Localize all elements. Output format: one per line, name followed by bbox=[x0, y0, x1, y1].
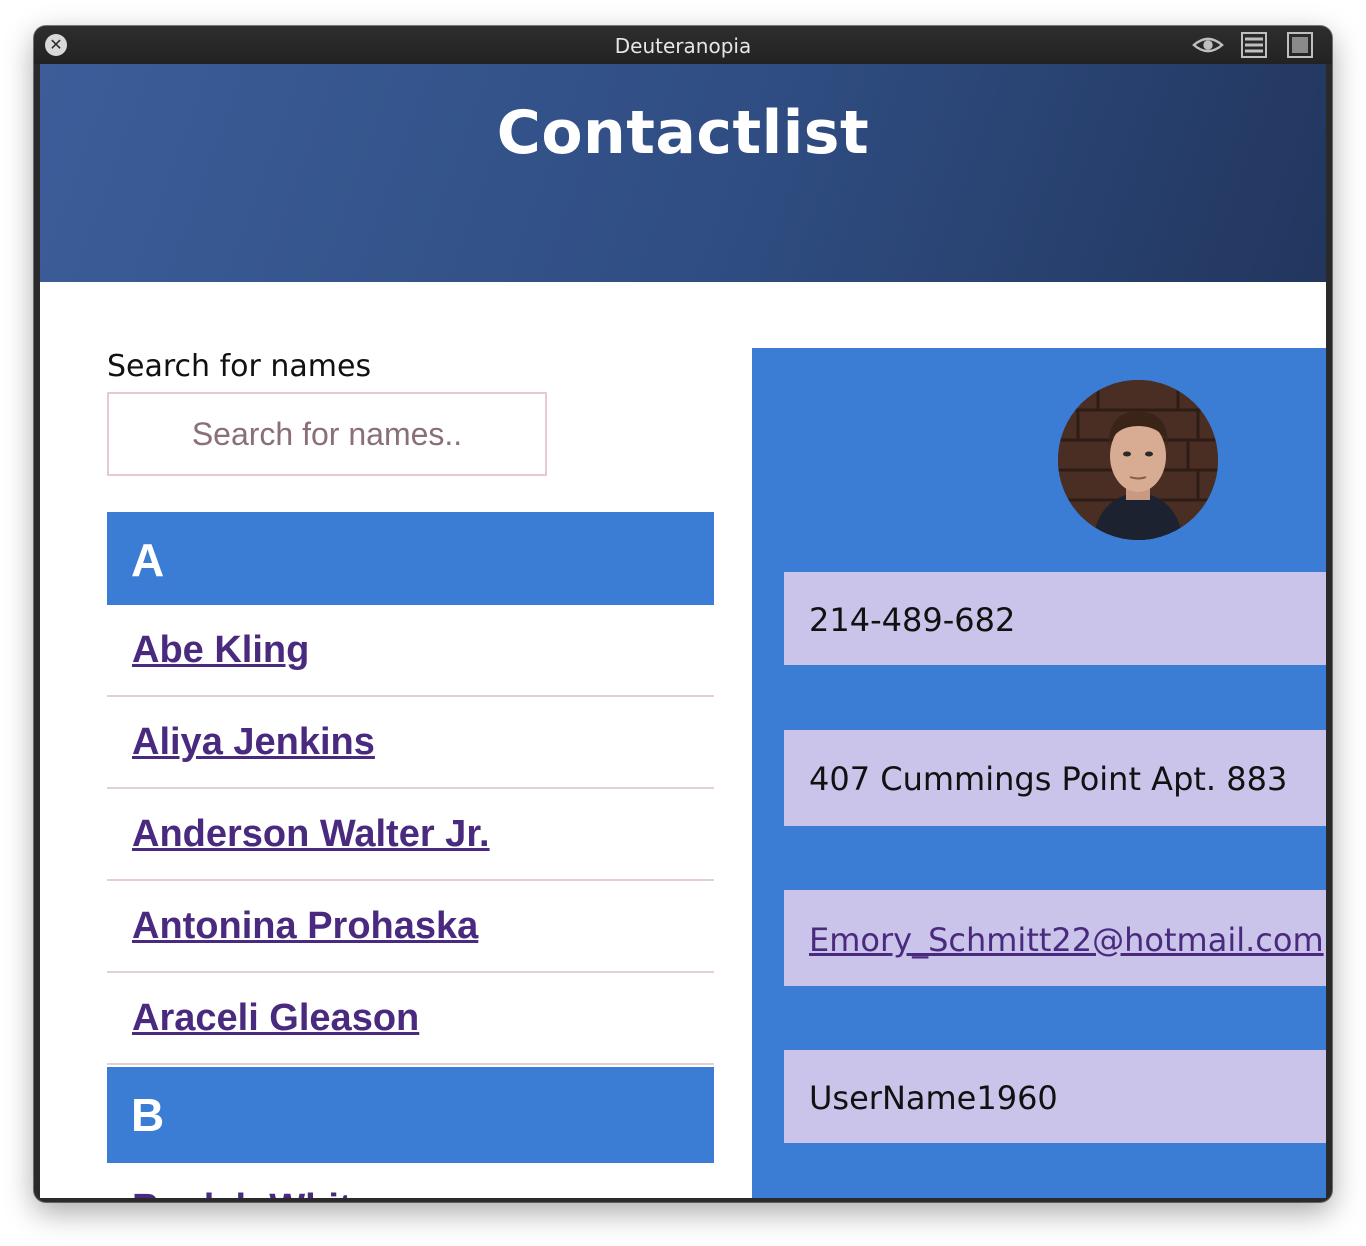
list-view-icon[interactable] bbox=[1238, 32, 1270, 58]
search-input[interactable] bbox=[107, 392, 547, 476]
avatar bbox=[1058, 380, 1218, 540]
app-window: ✕ Deuteranopia Contactlist Search for na… bbox=[34, 26, 1332, 1202]
search-label: Search for names bbox=[107, 349, 372, 384]
phone-field: 214-489-682 bbox=[784, 572, 1326, 665]
square-view-icon[interactable] bbox=[1284, 32, 1316, 58]
eye-icon[interactable] bbox=[1192, 32, 1224, 58]
contact-link[interactable]: Antonina Prohaska bbox=[132, 905, 478, 947]
window-title: Deuteranopia bbox=[614, 34, 752, 58]
page-title: Contactlist bbox=[496, 98, 870, 168]
contact-item[interactable]: Araceli Gleason bbox=[107, 973, 714, 1065]
address-field: 407 Cummings Point Apt. 883 bbox=[784, 730, 1326, 826]
contact-detail-panel: 214-489-682 407 Cummings Point Apt. 883 … bbox=[752, 348, 1326, 1198]
header-banner: Contactlist bbox=[40, 64, 1326, 282]
contact-link[interactable]: Araceli Gleason bbox=[132, 997, 419, 1039]
title-bar: ✕ Deuteranopia bbox=[34, 26, 1332, 64]
email-field: Emory_Schmitt22@hotmail.com bbox=[784, 890, 1326, 986]
letter-header-a: A bbox=[107, 512, 714, 605]
contact-item[interactable]: Abe Kling bbox=[107, 605, 714, 697]
contact-link[interactable]: Aliya Jenkins bbox=[132, 721, 375, 763]
contact-item[interactable]: Anderson Walter Jr. bbox=[107, 789, 714, 881]
contact-link[interactable]: Anderson Walter Jr. bbox=[132, 813, 490, 855]
contact-item[interactable]: Antonina Prohaska bbox=[107, 881, 714, 973]
username-field: UserName1960 bbox=[784, 1050, 1326, 1143]
email-link[interactable]: Emory_Schmitt22@hotmail.com bbox=[809, 921, 1324, 959]
contact-link[interactable]: Abe Kling bbox=[132, 629, 309, 671]
contact-list: A Abe Kling Aliya Jenkins Anderson Walte… bbox=[107, 512, 714, 1198]
contact-link[interactable]: Beulah White bbox=[132, 1187, 373, 1198]
contact-item[interactable]: Aliya Jenkins bbox=[107, 697, 714, 789]
letter-header-b: B bbox=[107, 1067, 714, 1163]
page-content: Contactlist Search for names A Abe Kling… bbox=[40, 64, 1326, 1198]
contact-item[interactable]: Beulah White bbox=[107, 1163, 714, 1198]
